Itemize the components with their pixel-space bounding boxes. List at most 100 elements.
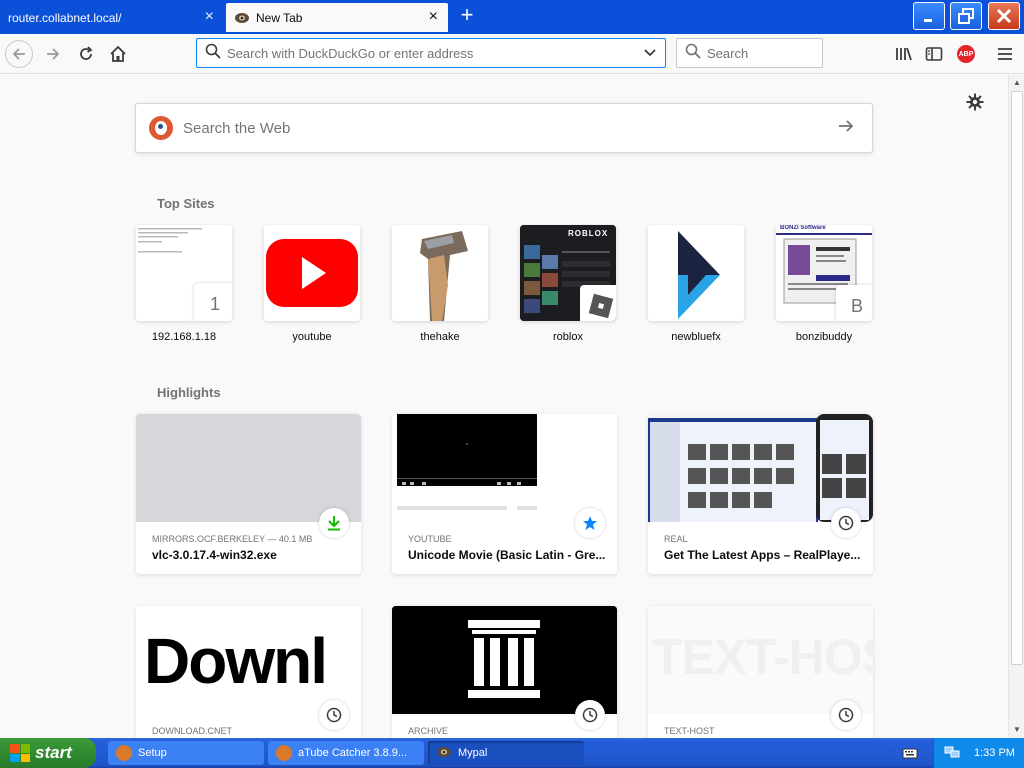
card-title: Unicode Movie (Basic Latin - Gre... [408, 548, 606, 562]
tab-new-tab[interactable]: New Tab × [226, 3, 448, 32]
card-context: TEXT-HOST [664, 726, 715, 736]
search-icon [205, 43, 221, 64]
restore-icon [958, 8, 974, 24]
archive-logo-icon [392, 606, 617, 714]
top-site-thumbnail [392, 225, 488, 321]
start-label: start [35, 743, 72, 762]
mypal-favicon-icon [234, 11, 250, 25]
top-site-label: youtube [292, 331, 332, 343]
arrow-right-icon [47, 48, 60, 60]
taskbar: start Setup aTube Catcher 3.8.9... Mypal… [0, 738, 1024, 768]
taskbar-item-mypal[interactable]: Mypal [428, 741, 584, 765]
tab-close-icon[interactable]: × [205, 8, 214, 26]
tab-strip: router.collabnet.local/ × New Tab × + [0, 0, 1024, 34]
highlight-card[interactable]: MIRRORS.OCF.BERKELEY — 40.1 MB vlc-3.0.1… [136, 414, 361, 574]
close-icon [996, 8, 1012, 24]
clock[interactable]: 1:33 PM [974, 747, 1015, 759]
windows-logo-icon [10, 744, 30, 762]
chevron-down-icon[interactable] [643, 45, 657, 62]
home-icon [110, 45, 126, 62]
sidebar-icon[interactable] [922, 42, 946, 66]
card-preview-text: Downl [144, 625, 328, 697]
tab-title: router.collabnet.local/ [8, 10, 122, 25]
gear-icon[interactable] [966, 93, 984, 117]
library-icon[interactable] [892, 42, 916, 66]
star-icon [575, 508, 605, 538]
top-site-thumbnail: BONZI Software B [776, 225, 872, 321]
minimize-button[interactable] [913, 2, 945, 30]
setup-app-icon [116, 745, 132, 761]
highlight-card[interactable]: TEXT-HOST TEXT-HOST [648, 606, 873, 738]
download-icon [319, 508, 349, 538]
card-title: vlc-3.0.17.4-win32.exe [152, 548, 277, 562]
top-site-thumbnail: ROBLOX [520, 225, 616, 321]
card-context: ARCHIVE [408, 726, 449, 736]
back-button[interactable] [5, 40, 33, 68]
top-site-label: thehake [420, 331, 460, 343]
web-search-input[interactable] [183, 119, 803, 137]
clock-icon [319, 700, 349, 730]
card-context: MIRRORS.OCF.BERKELEY — 40.1 MB [152, 534, 313, 544]
search-bar[interactable] [676, 38, 823, 68]
top-sites-heading: Top Sites [157, 196, 215, 211]
reload-button[interactable] [72, 40, 100, 68]
tab-title: New Tab [256, 10, 303, 25]
highlight-card[interactable]: REAL Get The Latest Apps – RealPlaye... [648, 414, 873, 574]
scrollbar-thumb[interactable] [1011, 91, 1023, 665]
atube-app-icon [276, 745, 292, 761]
search-input[interactable] [707, 45, 807, 61]
address-bar[interactable] [196, 38, 666, 68]
new-tab-button[interactable]: + [456, 4, 478, 28]
highlight-card[interactable]: Downl DOWNLOAD.CNET [136, 606, 361, 738]
top-site-tile[interactable]: BONZI Software B bonzibuddy [776, 225, 872, 343]
card-preview [392, 414, 617, 522]
top-site-thumbnail: 1 [136, 225, 232, 321]
network-icon[interactable] [944, 745, 960, 762]
roblox-wordmark: ROBLOX [568, 229, 609, 238]
address-input[interactable] [227, 45, 627, 61]
roblox-logo-icon [580, 285, 616, 321]
card-preview-text: TEXT-HOST [652, 629, 873, 685]
top-site-tile[interactable]: thehake [392, 225, 488, 343]
scroll-up-icon[interactable]: ▲ [1009, 75, 1024, 91]
web-search-box[interactable] [135, 103, 873, 153]
reload-icon [80, 46, 93, 60]
top-site-label: roblox [553, 331, 583, 343]
forward-button[interactable] [39, 40, 67, 68]
tab-close-icon[interactable]: × [429, 8, 438, 26]
top-site-label: bonzibuddy [795, 331, 853, 343]
tab-router[interactable]: router.collabnet.local/ × [0, 3, 224, 32]
card-context: YOUTUBE [408, 534, 452, 544]
scroll-down-icon[interactable]: ▼ [1009, 722, 1024, 738]
vertical-scrollbar[interactable]: ▲ ▼ [1008, 75, 1024, 738]
taskbar-item-setup[interactable]: Setup [108, 741, 264, 765]
card-preview: TEXT-HOST [648, 606, 873, 714]
site-letter-badge: B [836, 285, 872, 321]
newbluefx-logo-icon [648, 225, 744, 321]
home-button[interactable] [104, 40, 132, 68]
arrow-right-icon[interactable] [836, 116, 856, 142]
top-site-tile[interactable]: 1 192.168.1.18 [136, 225, 232, 343]
taskbar-item-label: aTube Catcher 3.8.9... [298, 747, 408, 759]
top-site-tile[interactable]: ROBLOX roblox [520, 225, 616, 343]
keyboard-icon[interactable] [902, 746, 918, 765]
card-preview: Downl [136, 606, 361, 714]
card-preview [136, 414, 361, 522]
hamburger-menu-icon[interactable] [993, 42, 1017, 66]
top-site-label: 192.168.1.18 [151, 331, 217, 343]
top-site-tile[interactable]: newbluefx [648, 225, 744, 343]
close-window-button[interactable] [988, 2, 1020, 30]
clock-icon [831, 700, 861, 730]
start-button[interactable]: start [0, 738, 96, 768]
highlight-card[interactable]: YOUTUBE Unicode Movie (Basic Latin - Gre… [392, 414, 617, 574]
taskbar-item-label: Setup [138, 747, 167, 759]
clock-icon [831, 508, 861, 538]
card-context: DOWNLOAD.CNET [152, 726, 233, 736]
highlights-heading: Highlights [157, 385, 221, 400]
new-tab-page: Top Sites 1 192.168.1.18 youtube [0, 75, 1008, 738]
restore-button[interactable] [950, 2, 982, 30]
adblock-plus-button[interactable]: ABP [954, 42, 978, 66]
taskbar-item-atube[interactable]: aTube Catcher 3.8.9... [268, 741, 424, 765]
top-site-tile[interactable]: youtube [264, 225, 360, 343]
highlight-card[interactable]: ARCHIVE [392, 606, 617, 738]
